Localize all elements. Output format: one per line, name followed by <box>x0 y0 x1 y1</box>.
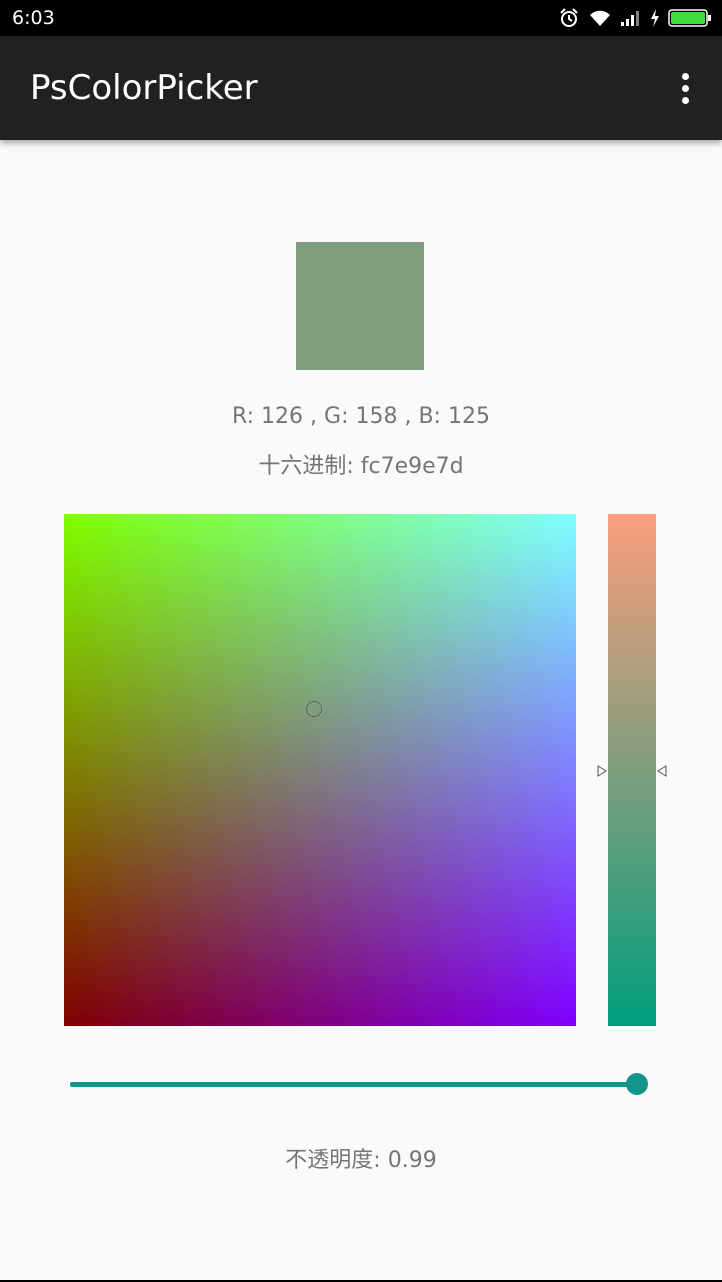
opacity-value: 0.99 <box>387 1148 437 1173</box>
battery-icon <box>668 8 712 28</box>
content-area: R: 126 , G: 158 , B: 125 十六进制: fc7e9e7d … <box>0 140 722 1280</box>
overflow-dot <box>681 72 689 80</box>
alarm-icon <box>558 7 580 29</box>
overflow-dot <box>681 84 689 92</box>
hex-label: 十六进制: <box>258 454 361 479</box>
hex-value-row: 十六进制: fc7e9e7d <box>0 452 722 482</box>
opacity-label: 不透明度: <box>285 1148 388 1173</box>
status-icons <box>558 7 712 29</box>
slider-marker-left-icon[interactable] <box>596 765 608 777</box>
opacity-value-row: 不透明度: 0.99 <box>0 1146 722 1176</box>
color-square-cursor[interactable] <box>306 701 322 717</box>
hex-value: fc7e9e7d <box>360 454 464 479</box>
overflow-menu-icon[interactable] <box>670 66 700 110</box>
color-preview-swatch <box>296 242 424 370</box>
overflow-dot <box>681 96 689 104</box>
opacity-seekbar[interactable] <box>70 1070 654 1100</box>
color-saturation-square[interactable] <box>64 514 576 1026</box>
slider-marker-right-icon[interactable] <box>656 765 668 777</box>
app-title: PsColorPicker <box>30 68 258 108</box>
opacity-seekbar-thumb[interactable] <box>626 1073 648 1095</box>
red-channel-slider[interactable] <box>608 514 656 1026</box>
wifi-icon <box>588 8 612 28</box>
status-bar: 6:03 <box>0 0 722 36</box>
opacity-seekbar-track <box>70 1082 637 1087</box>
charging-icon <box>650 9 660 27</box>
signal-icon <box>620 9 642 27</box>
app-bar: PsColorPicker <box>0 36 722 140</box>
color-square-canvas <box>64 514 576 1026</box>
status-time: 6:03 <box>12 7 55 29</box>
rgb-values-text: R: 126 , G: 158 , B: 125 <box>232 404 490 429</box>
